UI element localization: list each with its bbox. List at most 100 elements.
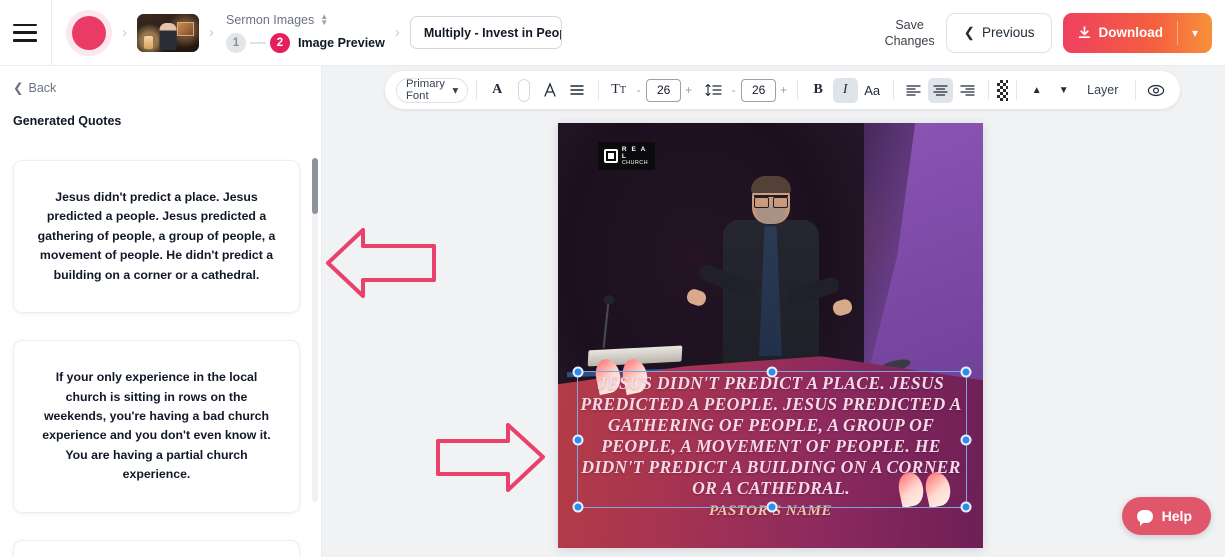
image-preview-canvas[interactable]: R E A L CHURCH JESUS DIDN'T PREDICT A PL… — [558, 123, 983, 548]
list-lines-icon[interactable] — [565, 78, 590, 103]
sidebar-scrollbar[interactable] — [312, 158, 318, 502]
font-size-stepper: - 26 + — [633, 78, 694, 102]
line-height-stepper: - 26 + — [728, 78, 789, 102]
avatar[interactable] — [66, 9, 112, 56]
download-button-label: Download — [1098, 25, 1163, 40]
generated-quotes-list: Jesus didn't predict a place. Jesus pred… — [0, 160, 321, 557]
video-thumbnail-person-icon — [159, 23, 177, 51]
person-hair — [750, 176, 791, 194]
sidebar-scrollbar-thumb[interactable] — [312, 158, 318, 214]
breadcrumb-project-label: Sermon Images — [226, 12, 315, 27]
toolbar-divider — [476, 80, 477, 100]
list-item[interactable]: The church is not simply about sitting i… — [13, 539, 300, 557]
text-format-toolbar: Primary Font ▾ A TT - 26 + - 26 + B I Aa… — [385, 71, 1180, 109]
previous-button[interactable]: ❮ Previous — [945, 12, 1053, 53]
selection-handle-bottom-right[interactable] — [960, 501, 972, 513]
font-size-decrease-button[interactable]: - — [633, 83, 644, 97]
font-size-Tt-icon: TT — [611, 82, 626, 97]
eye-icon[interactable] — [1144, 78, 1169, 103]
selection-handle-middle-left[interactable] — [572, 434, 584, 445]
help-button-label: Help — [1161, 508, 1192, 524]
person-glasses-icon — [753, 195, 788, 209]
breadcrumb-step-row: 1 2 Image Preview — [226, 32, 385, 53]
save-changes-line1: Save — [895, 17, 924, 32]
line-height-input[interactable]: 26 — [741, 78, 777, 102]
header-divider — [51, 0, 52, 66]
selection-handle-bottom-left[interactable] — [572, 501, 584, 513]
logo-line2: CHURCH — [621, 159, 649, 166]
logo-mark-icon — [604, 149, 618, 163]
selection-handle-middle-right[interactable] — [960, 434, 972, 445]
toolbar-divider — [1015, 80, 1017, 100]
breadcrumb-chevron-icon-1: › — [122, 24, 127, 41]
layer-button[interactable]: Layer — [1078, 83, 1127, 97]
annotation-arrow-right-icon — [436, 423, 545, 492]
selection-handle-top-center[interactable] — [766, 366, 778, 378]
save-changes-line2: Changes — [884, 33, 935, 48]
toolbar-divider — [597, 80, 599, 100]
align-left-icon[interactable] — [901, 78, 926, 103]
quote-text: If your only experience in the local chu… — [42, 370, 271, 482]
selection-handle-bottom-center[interactable] — [766, 501, 778, 513]
toolbar-divider — [892, 80, 894, 100]
back-button[interactable]: ❮ Back — [0, 66, 321, 96]
breadcrumb-project-row[interactable]: Sermon Images ▲ ▼ — [226, 12, 385, 27]
canvas-quote-text[interactable]: JESUS DIDN'T PREDICT A PLACE. JESUS PRED… — [576, 373, 966, 499]
line-height-increase-button[interactable]: + — [778, 83, 789, 97]
asset-name-button[interactable]: Multiply - Invest in Peopl — [409, 16, 562, 49]
triangle-up-icon[interactable]: ▲ — [1024, 78, 1049, 103]
chevron-down-icon: ▾ — [452, 84, 459, 97]
step-indicator-1[interactable]: 1 — [226, 32, 246, 53]
triangle-down-icon[interactable]: ▼ — [1051, 78, 1076, 103]
video-thumbnail-frame-icon — [177, 21, 194, 36]
toolbar-divider — [988, 80, 989, 100]
bold-button[interactable]: B — [806, 78, 831, 103]
breadcrumb-chevron-icon-2: › — [209, 24, 214, 41]
text-color-A-icon[interactable]: A — [485, 78, 510, 103]
chevron-updown-icon[interactable]: ▲ ▼ — [320, 12, 328, 26]
line-height-icon — [701, 78, 726, 103]
download-dropdown-caret-icon[interactable]: ▾ — [1178, 26, 1212, 40]
align-center-icon[interactable] — [928, 77, 954, 103]
hamburger-menu-icon[interactable] — [13, 23, 37, 42]
color-swatch-button[interactable] — [517, 78, 530, 102]
line-height-decrease-button[interactable]: - — [728, 83, 739, 97]
step-indicator-2[interactable]: 2 — [270, 32, 290, 53]
toolbar-divider — [797, 80, 798, 100]
video-thumbnail-lamp-icon — [144, 35, 153, 49]
main-canvas-area: Primary Font ▾ A TT - 26 + - 26 + B I Aa… — [322, 66, 1225, 557]
font-size-increase-button[interactable]: + — [683, 83, 694, 97]
text-case-button[interactable]: Aa — [860, 78, 885, 103]
logo-line1: R E A L — [621, 145, 647, 160]
selection-handle-top-left[interactable] — [572, 366, 584, 378]
breadcrumb: Sermon Images ▲ ▼ 1 2 Image Preview — [226, 12, 385, 53]
real-church-logo-icon: R E A L CHURCH — [598, 142, 655, 170]
page-title: Generated Quotes — [13, 114, 122, 128]
chat-bubble-icon — [1136, 509, 1153, 526]
download-icon — [1079, 25, 1091, 38]
top-header-bar: › › Sermon Images ▲ ▼ 1 2 Image Preview › — [0, 0, 1225, 66]
italic-button[interactable]: I — [832, 77, 858, 103]
step-label-image-preview: Image Preview — [298, 35, 385, 50]
font-family-value: Primary Font — [406, 78, 445, 102]
back-button-label: Back — [28, 80, 57, 95]
logo-text: R E A L CHURCH — [622, 146, 655, 167]
chevron-left-icon: ❮ — [963, 24, 975, 40]
list-item[interactable]: If your only experience in the local chu… — [13, 340, 300, 513]
download-button[interactable]: Download — [1063, 25, 1177, 40]
text-outline-icon[interactable] — [538, 78, 563, 103]
step-connector-line — [250, 41, 266, 44]
help-button[interactable]: Help — [1121, 497, 1211, 535]
save-changes-button[interactable]: Save Changes — [885, 17, 935, 49]
align-right-icon[interactable] — [955, 78, 980, 103]
selection-handle-top-right[interactable] — [960, 366, 972, 378]
toolbar-divider — [1135, 80, 1136, 100]
left-sidebar: ❮ Back Generated Quotes Jesus didn't pre… — [0, 66, 322, 557]
video-thumbnail[interactable] — [137, 13, 199, 52]
font-size-input[interactable]: 26 — [646, 78, 682, 102]
list-item[interactable]: Jesus didn't predict a place. Jesus pred… — [13, 160, 300, 314]
checkerboard-transparency-icon[interactable] — [996, 79, 1008, 101]
font-family-select[interactable]: Primary Font ▾ — [396, 77, 469, 103]
previous-button-label: Previous — [981, 25, 1035, 40]
download-button-group: Download ▾ — [1063, 12, 1212, 53]
